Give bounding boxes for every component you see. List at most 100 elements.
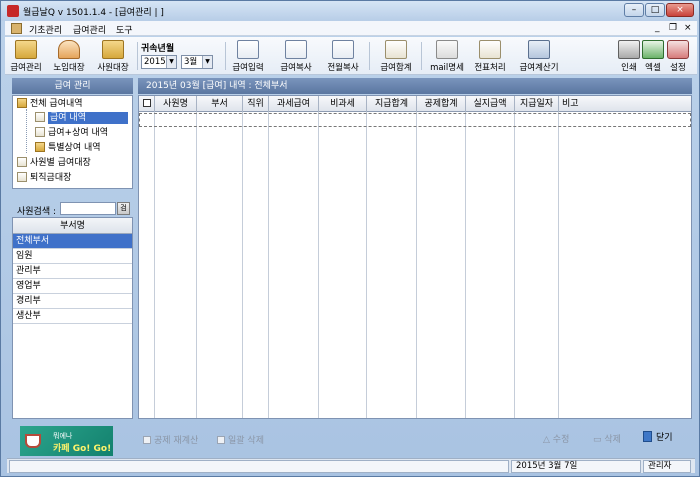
mail-icon	[436, 40, 458, 59]
col-total-deduction[interactable]: 공제합계	[417, 96, 466, 112]
title-bar: 월급날Q v 1501.1.4 - [급여관리 | ] – □ ×	[1, 1, 699, 21]
salary-copy-icon	[285, 40, 307, 59]
employee-search-label: 사원검색 :	[17, 207, 57, 217]
mdi-close-button[interactable]: ×	[684, 23, 692, 33]
toolbar-label: 급여입력	[232, 63, 264, 73]
window-title: 월급날Q v 1501.1.4 - [급여관리 | ]	[23, 8, 164, 18]
prev-month-copy-icon	[332, 40, 354, 59]
toolbar-label: 전표처리	[474, 63, 506, 73]
col-net-pay[interactable]: 실지급액	[466, 96, 515, 112]
modify-label: 수정	[552, 435, 570, 445]
mdi-restore-button[interactable]: ❐	[669, 23, 677, 33]
period-label: 귀속년월	[141, 44, 175, 54]
chevron-down-icon: ▼	[166, 56, 176, 68]
status-message	[9, 460, 509, 473]
toolbar-voucher-button[interactable]: 전표처리	[470, 40, 510, 73]
department-item-accounting[interactable]: 경리부	[13, 294, 132, 309]
document-menu-icon[interactable]	[11, 23, 22, 34]
month-value: 3월	[184, 57, 198, 67]
option-label: 공제 재계산	[154, 436, 199, 446]
grid-column-line	[416, 112, 417, 418]
search-button[interactable]: 검	[117, 202, 130, 215]
col-employee-name[interactable]: 사원명	[155, 96, 197, 112]
tree-item-all-salary[interactable]: 전체 급여내역	[17, 98, 83, 111]
delete-label: 삭제	[604, 435, 621, 445]
tree-item-salary-details[interactable]: 급여 내역	[35, 112, 128, 125]
recalculate-deduction-option[interactable]: 공제 재계산	[143, 433, 198, 446]
department-item-management[interactable]: 관리부	[13, 264, 132, 279]
settings-icon	[667, 40, 689, 59]
department-item-sales[interactable]: 영업부	[13, 279, 132, 294]
delete-button[interactable]: ▭ 삭제	[593, 432, 621, 445]
department-item-production[interactable]: 생산부	[13, 309, 132, 324]
tree-item-label: 급여 내역	[48, 112, 128, 124]
toolbar: 급여관리 노임대장 사원대장 급여입력 급여복사 전월복사 급여합계 mail명…	[5, 37, 697, 75]
excel-icon	[642, 40, 664, 59]
banner-top-text: 뭐에나	[53, 432, 73, 440]
tree-item-label: 급여+상여 내역	[48, 128, 109, 138]
toolbar-print-button[interactable]: 인쇄	[617, 40, 641, 73]
batch-delete-option[interactable]: 일괄 삭제	[217, 433, 264, 446]
salary-grid: 사원명 부서 직위 과세급여 비과세 지급합계 공제합계 실지급액 지급일자 비…	[138, 95, 692, 419]
toolbar-excel-button[interactable]: 엑셀	[641, 40, 665, 73]
maximize-button[interactable]: □	[645, 3, 665, 17]
employee-ledger-icon	[102, 40, 124, 59]
menu-salary-management[interactable]: 급여관리	[73, 23, 106, 36]
tree-item-special-bonus[interactable]: 특별상여 내역	[35, 142, 101, 155]
grid-column-line	[196, 112, 197, 418]
doc-icon	[35, 112, 45, 122]
exit-door-icon	[643, 431, 652, 442]
col-total-pay[interactable]: 지급합계	[367, 96, 417, 112]
col-remarks[interactable]: 비고	[559, 96, 691, 112]
col-pay-date[interactable]: 지급일자	[515, 96, 559, 112]
salary-input-icon	[237, 40, 259, 59]
toolbar-salary-copy-button[interactable]: 급여복사	[276, 40, 316, 73]
grid-column-line	[242, 112, 243, 418]
toolbar-mail-statement-button[interactable]: mail명세	[427, 40, 467, 73]
toolbar-salary-management-button[interactable]: 급여관리	[7, 40, 45, 73]
print-icon	[618, 40, 640, 59]
tree-item-employee-ledger[interactable]: 사원별 급여대장	[17, 157, 91, 170]
col-taxable-pay[interactable]: 과세급여	[269, 96, 319, 112]
menu-tools[interactable]: 도구	[116, 23, 133, 36]
toolbar-label: 노임대장	[53, 63, 85, 73]
tree-item-retirement-ledger[interactable]: 퇴직금대장	[17, 172, 71, 185]
select-all-checkbox[interactable]	[139, 96, 155, 112]
cafe-banner[interactable]: 뭐에나 카페 Go! Go!	[20, 426, 113, 456]
mdi-minimize-button[interactable]: _	[655, 23, 660, 33]
banner-main-text: 카페 Go! Go!	[53, 444, 112, 454]
menu-basic-management[interactable]: 기초관리	[29, 23, 62, 36]
folder-icon	[17, 98, 27, 108]
toolbar-salary-calculator-button[interactable]: 급여계산기	[515, 40, 563, 73]
toolbar-prev-month-copy-button[interactable]: 전월복사	[323, 40, 363, 73]
col-nontaxable[interactable]: 비과세	[319, 96, 367, 112]
month-select[interactable]: 3월 ▼	[181, 55, 213, 69]
table-row[interactable]	[139, 113, 691, 127]
grid-column-line	[558, 112, 559, 418]
toolbar-salary-input-button[interactable]: 급여입력	[229, 40, 267, 73]
toolbar-settings-button[interactable]: 설정	[665, 40, 691, 73]
tree-item-salary-bonus[interactable]: 급여+상여 내역	[35, 127, 108, 140]
grid-column-line	[366, 112, 367, 418]
col-department[interactable]: 부서	[197, 96, 243, 112]
option-label: 일괄 삭제	[228, 436, 264, 446]
department-item-executive[interactable]: 임원	[13, 249, 132, 264]
department-header: 부서명	[13, 218, 132, 234]
toolbar-employee-ledger-button[interactable]: 사원대장	[93, 40, 133, 73]
toolbar-salary-total-button[interactable]: 급여합계	[375, 40, 417, 73]
employee-search-input[interactable]	[60, 202, 116, 215]
toolbar-label: mail명세	[430, 63, 464, 73]
department-item-all[interactable]: 전체부서	[13, 234, 132, 249]
col-position[interactable]: 직위	[243, 96, 269, 112]
minimize-button[interactable]: –	[624, 3, 644, 17]
toolbar-label: 인쇄	[621, 63, 637, 73]
modify-button[interactable]: △ 수정	[543, 432, 569, 445]
voucher-icon	[479, 40, 501, 59]
folder-icon	[35, 142, 45, 152]
tree-item-label: 특별상여 내역	[48, 143, 101, 153]
toolbar-separator	[137, 42, 138, 70]
close-window-button[interactable]: ×	[666, 3, 694, 17]
year-select[interactable]: 2015 ▼	[141, 55, 177, 69]
close-button[interactable]: 닫기	[643, 430, 673, 443]
toolbar-wage-ledger-button[interactable]: 노임대장	[49, 40, 89, 73]
